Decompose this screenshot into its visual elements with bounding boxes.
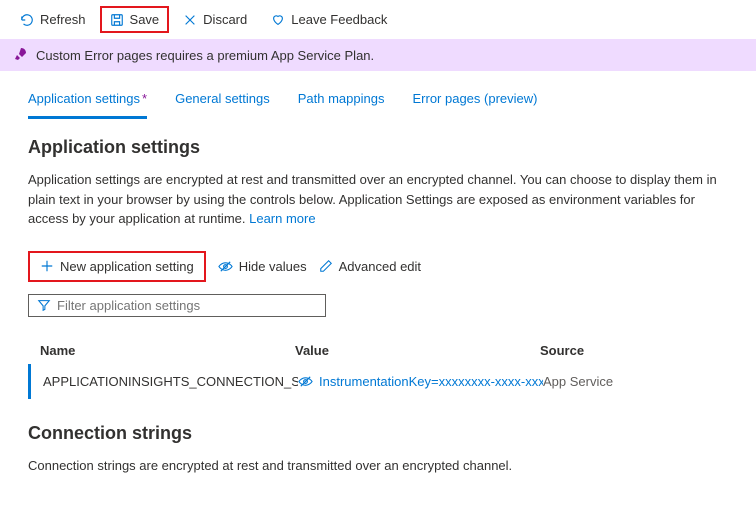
content-area: Application settings Application setting…	[0, 119, 756, 499]
tab-path-mappings[interactable]: Path mappings	[298, 85, 385, 119]
header-source: Source	[540, 343, 716, 358]
feedback-button[interactable]: Leave Feedback	[261, 8, 397, 31]
section-description: Application settings are encrypted at re…	[28, 170, 728, 229]
eye-off-icon	[218, 259, 233, 274]
info-banner: Custom Error pages requires a premium Ap…	[0, 39, 756, 71]
filter-container[interactable]	[28, 294, 326, 317]
save-label: Save	[130, 12, 160, 27]
tab-label: Application settings	[28, 91, 140, 106]
section-title-connection-strings: Connection strings	[28, 423, 728, 444]
advanced-edit-label: Advanced edit	[339, 259, 421, 274]
new-setting-label: New application setting	[60, 259, 194, 274]
learn-more-link[interactable]: Learn more	[249, 211, 315, 226]
action-row: New application setting Hide values Adva…	[28, 251, 728, 282]
table-row[interactable]: APPLICATIONINSIGHTS_CONNECTION_STRING In…	[28, 364, 728, 399]
filter-icon	[37, 298, 51, 312]
tab-general-settings[interactable]: General settings	[175, 85, 270, 119]
cell-value-text: InstrumentationKey=xxxxxxxx-xxxx-xxxx	[319, 374, 543, 389]
pencil-icon	[319, 259, 333, 273]
cell-name: APPLICATIONINSIGHTS_CONNECTION_STRING	[43, 374, 298, 389]
filter-input[interactable]	[57, 298, 317, 313]
refresh-icon	[20, 13, 34, 27]
description-text: Application settings are encrypted at re…	[28, 172, 717, 226]
feedback-label: Leave Feedback	[291, 12, 387, 27]
close-icon	[183, 13, 197, 27]
header-name: Name	[40, 343, 295, 358]
new-application-setting-button[interactable]: New application setting	[28, 251, 206, 282]
table-header: Name Value Source	[28, 337, 728, 364]
tabs: Application settings* General settings P…	[0, 71, 756, 119]
toolbar: Refresh Save Discard Leave Feedback	[0, 0, 756, 39]
discard-label: Discard	[203, 12, 247, 27]
refresh-button[interactable]: Refresh	[10, 8, 96, 31]
plus-icon	[40, 259, 54, 273]
tab-application-settings[interactable]: Application settings*	[28, 85, 147, 119]
save-icon	[110, 13, 124, 27]
header-value: Value	[295, 343, 540, 358]
eye-icon	[298, 374, 313, 389]
advanced-edit-button[interactable]: Advanced edit	[319, 259, 421, 274]
refresh-label: Refresh	[40, 12, 86, 27]
banner-text: Custom Error pages requires a premium Ap…	[36, 48, 374, 63]
cell-value[interactable]: InstrumentationKey=xxxxxxxx-xxxx-xxxx	[298, 374, 543, 389]
heart-icon	[271, 13, 285, 27]
section-title-app-settings: Application settings	[28, 137, 728, 158]
dirty-indicator: *	[142, 91, 147, 106]
discard-button[interactable]: Discard	[173, 8, 257, 31]
tab-error-pages[interactable]: Error pages (preview)	[412, 85, 537, 119]
rocket-icon	[12, 47, 28, 63]
cell-source: App Service	[543, 374, 716, 389]
hide-values-label: Hide values	[239, 259, 307, 274]
connection-strings-description: Connection strings are encrypted at rest…	[28, 456, 728, 476]
hide-values-button[interactable]: Hide values	[218, 259, 307, 274]
save-button[interactable]: Save	[100, 6, 170, 33]
